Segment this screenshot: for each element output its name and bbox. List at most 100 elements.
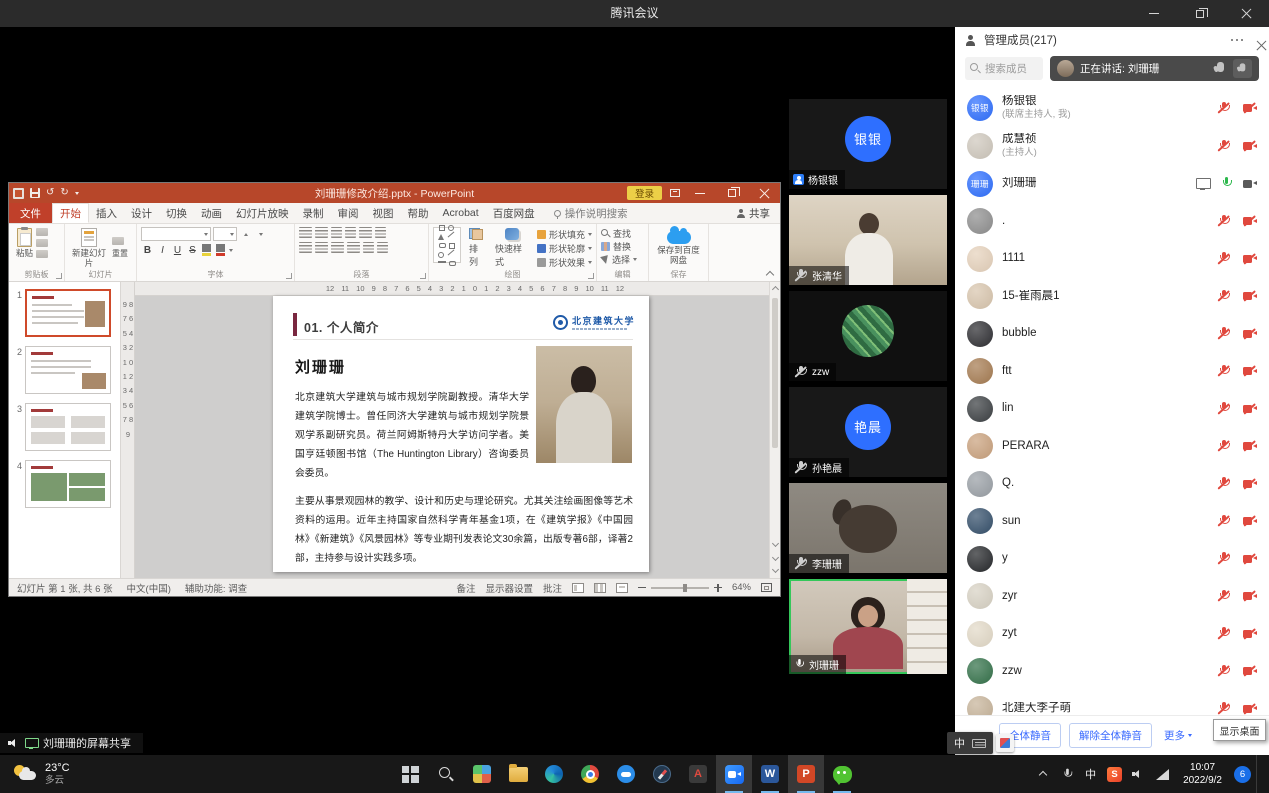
screen-sharing-icon[interactable] — [1196, 178, 1209, 190]
acrobat-button[interactable]: A — [680, 755, 716, 793]
slide-counter[interactable]: 幻灯片 第 1 张, 共 6 张 — [17, 581, 113, 595]
paste-button[interactable]: 粘贴 — [13, 227, 36, 260]
save-to-baidu-pan-button[interactable]: 保存到百度网盘 — [653, 227, 704, 267]
drawing-dialog-launcher[interactable] — [588, 273, 594, 279]
align-right-icon[interactable] — [331, 242, 344, 253]
member-search-box[interactable] — [965, 57, 1043, 80]
show-desktop-strip[interactable] — [1256, 755, 1261, 793]
tab-record[interactable]: 录制 — [296, 203, 331, 223]
member-row[interactable]: zyr — [955, 578, 1269, 616]
clipboard-dialog-launcher[interactable] — [56, 273, 62, 279]
find-button[interactable]: 查找 — [601, 227, 644, 240]
slide-thumbnail-panel[interactable]: 1 2 — [9, 282, 121, 578]
replace-button[interactable]: 替换 — [601, 240, 644, 253]
select-button[interactable]: 选择 — [601, 253, 644, 266]
bullets-icon[interactable] — [299, 227, 312, 238]
member-row[interactable]: PERARA — [955, 428, 1269, 466]
member-row[interactable]: 银银 杨银银(联席主持人, 我) — [955, 89, 1269, 127]
network-button[interactable] — [1151, 755, 1174, 793]
italic-button[interactable]: I — [156, 245, 169, 256]
mic-muted-icon[interactable] — [1216, 402, 1231, 416]
member-row[interactable]: zyt — [955, 615, 1269, 653]
quick-styles-button[interactable]: 快速样式 — [491, 227, 533, 269]
minimize-button[interactable] — [1131, 0, 1177, 27]
clock[interactable]: 10:07 2022/9/2 — [1175, 761, 1230, 788]
cut-icon[interactable] — [36, 228, 48, 236]
search-input[interactable] — [985, 63, 1037, 75]
tab-baidu-pan[interactable]: 百度网盘 — [486, 203, 542, 223]
mic-muted-icon[interactable] — [1216, 139, 1231, 153]
layout-icon[interactable] — [112, 237, 124, 245]
video-tile-liushanshan[interactable]: 刘珊珊 — [789, 579, 947, 674]
slide-thumbnail-4[interactable]: 4 — [11, 460, 116, 508]
display-settings-button[interactable]: 显示器设置 — [485, 581, 533, 595]
slide-canvas[interactable]: 01. 个人简介 北京建筑大学 刘珊珊 北京建筑大学建筑与城市规划学院副教授。清… — [273, 296, 649, 572]
portrait-photo[interactable] — [536, 346, 632, 463]
camera-off-icon[interactable] — [1242, 627, 1257, 641]
wechat-button[interactable] — [824, 755, 860, 793]
increase-indent-icon[interactable] — [345, 227, 356, 238]
member-row[interactable]: ftt — [955, 353, 1269, 391]
camera-off-icon[interactable] — [1242, 252, 1257, 266]
align-left-icon[interactable] — [299, 242, 312, 253]
strikethrough-button[interactable]: S — [186, 245, 199, 256]
quick-access-dropdown-icon[interactable] — [75, 192, 79, 195]
mic-on-icon[interactable] — [1220, 177, 1232, 190]
ppt-titlebar[interactable]: ↺ ↻ 刘珊珊修改介绍.pptx - PowerPoint 登录 — [9, 183, 780, 203]
camera-off-icon[interactable] — [1242, 402, 1257, 416]
zoom-in-icon[interactable] — [714, 584, 722, 592]
chrome-browser-button[interactable] — [572, 755, 608, 793]
accessibility-status[interactable]: 辅助功能: 调查 — [185, 581, 247, 595]
slide-thumbnail-2[interactable]: 2 — [11, 346, 116, 394]
line-spacing-icon[interactable] — [359, 227, 372, 238]
zoom-slider[interactable] — [651, 587, 709, 589]
more-button[interactable]: 更多 — [1164, 728, 1192, 743]
ribbon-display-options-icon[interactable] — [670, 189, 680, 197]
underline-button[interactable]: U — [171, 245, 184, 256]
slide-editor-area[interactable]: 9 8 7 6 5 4 3 2 1 0 1 2 3 4 5 6 7 8 9 12… — [121, 282, 780, 578]
camera-off-icon[interactable] — [1242, 439, 1257, 453]
panel-close-icon[interactable] — [1253, 37, 1259, 43]
member-row[interactable]: bubble — [955, 315, 1269, 353]
camera-off-icon[interactable] — [1242, 327, 1257, 341]
unmute-all-button[interactable]: 解除全体静音 — [1069, 723, 1152, 748]
notification-badge[interactable]: 6 — [1234, 766, 1251, 783]
edge-browser-button[interactable] — [536, 755, 572, 793]
format-painter-icon[interactable] — [36, 250, 48, 258]
photos-app-button[interactable] — [464, 755, 500, 793]
mic-muted-icon[interactable] — [1216, 552, 1231, 566]
shape-effects-button[interactable]: 形状效果 — [537, 256, 592, 269]
ppt-minimize-button[interactable] — [688, 183, 712, 203]
zoom-control[interactable] — [638, 584, 722, 592]
notes-button[interactable]: 备注 — [456, 581, 475, 595]
member-list[interactable]: 银银 杨银银(联席主持人, 我) 成慧祯(主持人) 珊珊 刘珊珊 — [955, 89, 1269, 715]
ime-toolbox-icon[interactable] — [996, 734, 1014, 752]
new-slide-button[interactable]: 新建幻灯片 — [69, 227, 109, 270]
fit-to-window-icon[interactable] — [761, 583, 772, 592]
member-row[interactable]: zzw — [955, 653, 1269, 691]
video-tile-yangyinyin[interactable]: 银银 杨银银 — [789, 99, 947, 189]
tell-me-search[interactable]: 操作说明搜索 — [554, 203, 628, 223]
font-name-combobox[interactable] — [141, 227, 211, 241]
member-row[interactable]: sun — [955, 503, 1269, 541]
bold-button[interactable]: B — [141, 245, 154, 256]
camera-off-icon[interactable] — [1242, 214, 1257, 228]
mic-muted-icon[interactable] — [1216, 627, 1231, 641]
paragraph-dialog-launcher[interactable] — [420, 273, 426, 279]
font-size-combobox[interactable] — [213, 227, 237, 241]
ime-mode-indicator[interactable]: 中 — [954, 735, 965, 751]
taskbar-search-button[interactable] — [428, 755, 464, 793]
powerpoint-button[interactable]: P — [788, 755, 824, 793]
member-row[interactable]: lin — [955, 390, 1269, 428]
ppt-restore-button[interactable] — [720, 183, 744, 203]
member-row[interactable]: 1111 — [955, 240, 1269, 278]
camera-off-icon[interactable] — [1242, 664, 1257, 678]
member-row[interactable]: 15-崔雨晨1 — [955, 278, 1269, 316]
camera-off-icon[interactable] — [1242, 289, 1257, 303]
tab-design[interactable]: 设计 — [124, 203, 159, 223]
normal-view-icon[interactable] — [572, 583, 584, 593]
numbering-icon[interactable] — [315, 227, 328, 238]
tray-mic-button[interactable] — [1055, 755, 1078, 793]
slide-paragraph-1[interactable]: 北京建筑大学建筑与城市规划学院副教授。清华大学建筑学院博士。曾任同济大学建筑与城… — [295, 388, 529, 483]
member-row[interactable]: 珊珊 刘珊珊 — [955, 165, 1269, 203]
